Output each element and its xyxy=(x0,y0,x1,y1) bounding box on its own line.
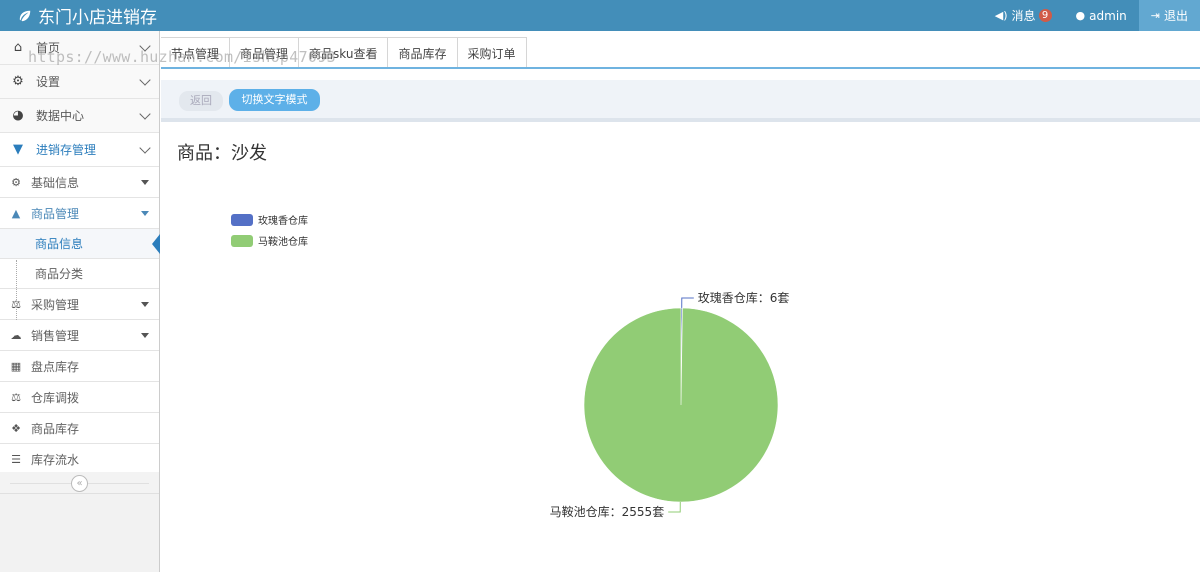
user-icon: ● xyxy=(1075,9,1086,22)
caret-down-icon xyxy=(141,180,149,185)
sidebar-subitem-label: 商品库存 xyxy=(31,421,80,436)
slice-label: 马鞍池仓库：2555套 xyxy=(550,504,665,519)
sidebar-subitem-label: 盘点库存 xyxy=(31,359,80,374)
sidebar-subitem-label: 库存流水 xyxy=(31,452,80,467)
sidebar-item-label: 数据中心 xyxy=(36,109,85,123)
sidebar-subitem-product-stock[interactable]: ❖ 商品库存 xyxy=(0,413,159,444)
caret-down-icon xyxy=(141,333,149,338)
sign-out-icon: ⇥ xyxy=(1150,9,1160,22)
app-title: 东门小店进销存 xyxy=(38,8,157,28)
sidebar-item-label: 设置 xyxy=(36,75,61,89)
grid-icon: ▦ xyxy=(10,359,22,373)
sidebar-subitem-label: 商品分类 xyxy=(35,267,84,281)
label-line xyxy=(681,297,694,309)
cubes-icon: ❖ xyxy=(11,421,21,435)
sidebar-subitem-product-category[interactable]: 商品分类 xyxy=(0,259,159,289)
legend-label[interactable]: 马鞍池仓库 xyxy=(258,235,308,248)
sidebar-item-inventory[interactable]: ▼ 进销存管理 xyxy=(0,133,159,167)
app-brand[interactable]: 东门小店进销存 xyxy=(18,0,157,31)
sidebar-subitem-purchase[interactable]: ⚖ 采购管理 xyxy=(0,289,159,320)
chevron-down-icon xyxy=(139,142,151,154)
slice-label: 玫瑰香仓库：6套 xyxy=(698,290,790,305)
cogs-icon: ⚙ xyxy=(11,175,21,189)
leaf-icon xyxy=(19,10,31,21)
sidebar-subitem-label: 采购管理 xyxy=(31,297,80,312)
sidebar-subitem-label: 基础信息 xyxy=(31,175,80,190)
legend-swatch[interactable] xyxy=(231,235,253,247)
double-chevron-left-icon: « xyxy=(76,478,83,489)
label-line xyxy=(668,501,681,513)
sidebar: ⌂ 首页 ⚙ 设置 ◕ 数据中心 ▼ 进销存管理 ⚙ 基础信息 ▲ 商品管理 商… xyxy=(0,31,160,572)
tree-line xyxy=(16,260,17,320)
cart-icon: ▼ xyxy=(13,142,23,157)
home-icon: ⌂ xyxy=(13,40,23,55)
messages-count-badge: 9 xyxy=(1038,9,1052,22)
stock-pie-chart: 玫瑰香仓库马鞍池仓库玫瑰香仓库：6套马鞍池仓库：2555套 xyxy=(231,214,790,519)
top-right-menu: ◀) 消息 9 ● admin ⇥ 退出 xyxy=(983,0,1200,31)
legend-label[interactable]: 玫瑰香仓库 xyxy=(258,214,308,227)
sidebar-subitem-stock-flow[interactable]: ☰ 库存流水 xyxy=(0,444,159,475)
sidebar-subitem-stocktake[interactable]: ▦ 盘点库存 xyxy=(0,351,159,382)
main-content: 节点管理 商品管理 商品sku查看 商品库存 采购订单 返回 切换文字模式 商品… xyxy=(161,31,1200,572)
caret-down-icon xyxy=(141,211,149,216)
logout-label: 退出 xyxy=(1163,9,1188,23)
bag-icon: ▲ xyxy=(11,206,21,220)
watermark: https://www.huzhan.com/ishop47093 xyxy=(28,48,336,66)
legend-swatch[interactable] xyxy=(231,214,253,226)
sidebar-subitem-label: 商品信息 xyxy=(35,237,84,251)
pie-slice[interactable] xyxy=(583,307,779,503)
user-name: admin xyxy=(1089,8,1127,23)
list-icon: ☰ xyxy=(11,452,21,466)
scale-icon: ⚖ xyxy=(11,390,21,404)
sidebar-subitem-product-info[interactable]: 商品信息 xyxy=(0,229,160,259)
sidebar-subitem-product-management[interactable]: ▲ 商品管理 xyxy=(0,198,159,229)
sidebar-subitem-label: 销售管理 xyxy=(31,328,80,343)
pie-chart-icon: ◕ xyxy=(12,108,24,123)
sidebar-subitem-basic-info[interactable]: ⚙ 基础信息 xyxy=(0,167,159,198)
sidebar-subitem-label: 仓库调拨 xyxy=(31,390,80,405)
sidebar-subitem-sales[interactable]: ☁ 销售管理 xyxy=(0,320,159,351)
sidebar-collapse-button[interactable]: « xyxy=(71,475,88,492)
user-menu-button[interactable]: ● admin xyxy=(1064,0,1139,31)
chevron-down-icon xyxy=(139,74,151,86)
sidebar-subitem-label: 商品管理 xyxy=(31,206,80,221)
gear-icon: ⚙ xyxy=(12,74,24,89)
caret-down-icon xyxy=(141,302,149,307)
top-navbar: 东门小店进销存 ◀) 消息 9 ● admin ⇥ 退出 xyxy=(0,0,1200,31)
messages-label: 消息 xyxy=(1011,9,1036,23)
sidebar-item-data-center[interactable]: ◕ 数据中心 xyxy=(0,99,159,133)
cloud-icon: ☁ xyxy=(10,328,22,342)
messages-button[interactable]: ◀) 消息 9 xyxy=(983,0,1064,31)
sidebar-collapse-bar: « xyxy=(0,472,159,494)
sidebar-item-label: 进销存管理 xyxy=(36,143,97,157)
logout-button[interactable]: ⇥ 退出 xyxy=(1138,0,1200,31)
sidebar-item-settings[interactable]: ⚙ 设置 xyxy=(0,65,159,99)
chevron-down-icon xyxy=(139,108,151,120)
sidebar-subitem-transfer[interactable]: ⚖ 仓库调拨 xyxy=(0,382,159,413)
volume-icon: ◀) xyxy=(994,9,1008,22)
